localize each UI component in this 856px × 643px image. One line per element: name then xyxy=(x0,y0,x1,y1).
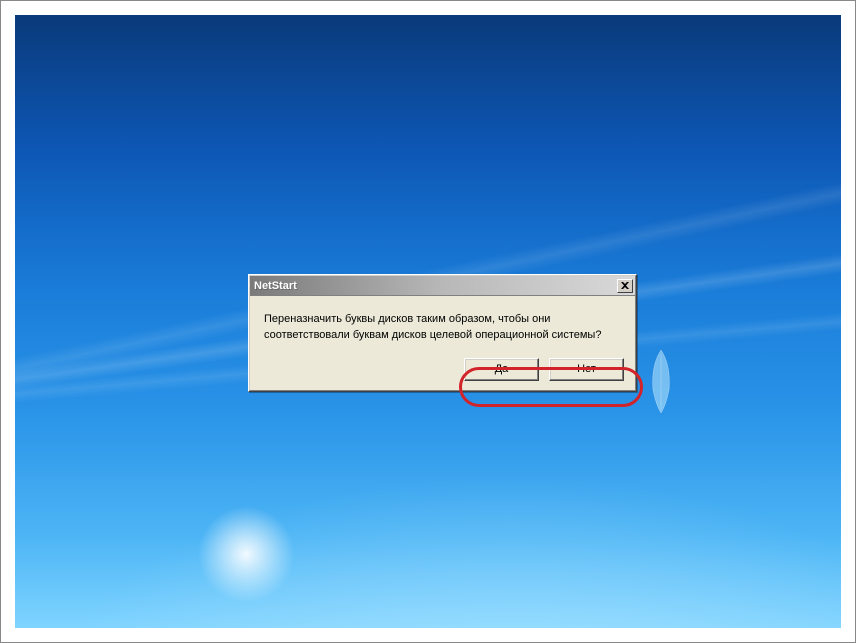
dialog-titlebar[interactable]: NetStart xyxy=(250,276,635,296)
decorative-leaf xyxy=(641,345,681,415)
message-line-2: соответствовали буквам дисков целевой оп… xyxy=(264,328,621,344)
no-button[interactable]: Нет xyxy=(549,358,624,381)
close-icon xyxy=(621,282,629,289)
close-button[interactable] xyxy=(617,279,633,293)
screenshot-frame: NetStart Переназначить буквы дисков таки… xyxy=(0,0,856,643)
message-line-1: Переназначить буквы дисков таким образом… xyxy=(264,312,621,328)
dialog-title: NetStart xyxy=(254,280,617,292)
dialog-button-row: Да Нет xyxy=(464,358,624,381)
yes-button[interactable]: Да xyxy=(464,358,539,381)
desktop-wallpaper: NetStart Переназначить буквы дисков таки… xyxy=(15,15,841,628)
netstart-dialog: NetStart Переназначить буквы дисков таки… xyxy=(248,274,637,392)
